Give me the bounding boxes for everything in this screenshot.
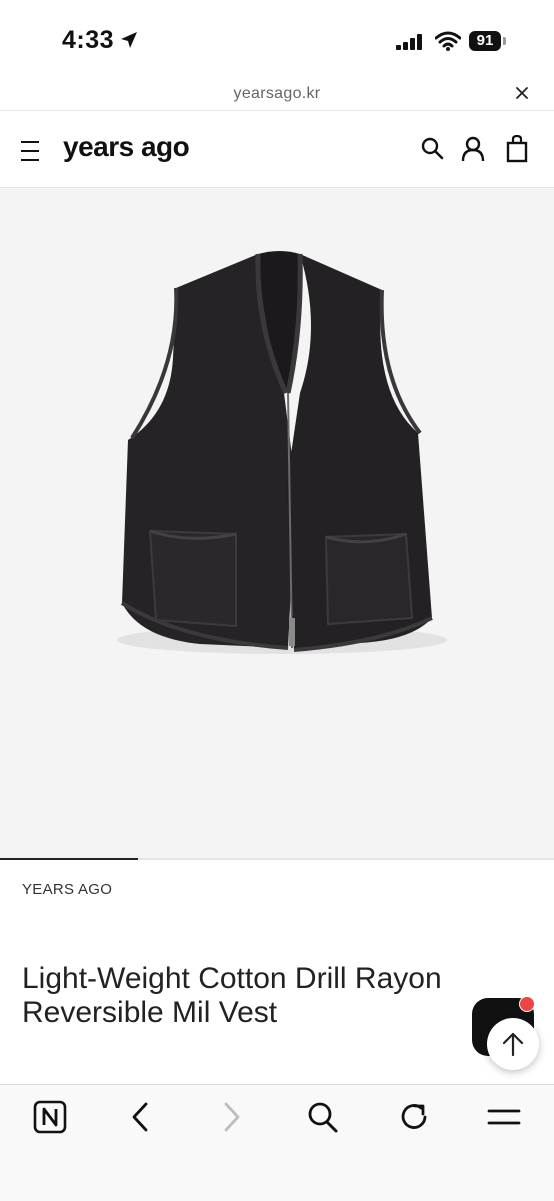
scroll-top-button[interactable] bbox=[487, 1018, 539, 1070]
black-vest-product-photo bbox=[117, 251, 447, 654]
product-image[interactable] bbox=[0, 188, 554, 858]
browser-toolbar bbox=[0, 1084, 554, 1201]
battery-indicator: 91 bbox=[469, 31, 501, 51]
account-icon[interactable] bbox=[461, 136, 485, 162]
product-title-line-2: Reversible Mil Vest bbox=[22, 996, 278, 1029]
shopping-bag-icon[interactable] bbox=[506, 135, 528, 163]
url-text[interactable]: yearsago.kr bbox=[0, 85, 554, 103]
menu-icon[interactable] bbox=[21, 140, 41, 162]
battery-tip bbox=[503, 37, 506, 45]
product-title-line-1: Light-Weight Cotton Drill Rayon bbox=[22, 962, 442, 995]
back-icon[interactable] bbox=[128, 1100, 152, 1134]
status-bar: 4:33 91 bbox=[0, 0, 554, 80]
wifi-icon bbox=[435, 31, 461, 51]
site-logo[interactable]: years ago bbox=[63, 131, 190, 163]
slider-progress bbox=[0, 858, 138, 860]
product-title: Light-Weight Cotton Drill Rayon Reversib… bbox=[22, 962, 462, 1030]
signal-icon bbox=[396, 34, 422, 50]
naver-home-icon[interactable] bbox=[33, 1100, 67, 1134]
menu-icon[interactable] bbox=[487, 1100, 521, 1134]
chat-notification-badge bbox=[519, 996, 535, 1012]
arrow-up-icon bbox=[502, 1032, 524, 1057]
search-icon[interactable] bbox=[421, 137, 445, 161]
location-arrow-icon bbox=[121, 32, 137, 48]
url-bar[interactable]: yearsago.kr bbox=[0, 80, 554, 110]
forward-icon[interactable] bbox=[220, 1100, 244, 1134]
search-icon[interactable] bbox=[307, 1100, 339, 1134]
status-time: 4:33 bbox=[62, 26, 115, 54]
product-brand[interactable]: YEARS AGO bbox=[22, 881, 112, 898]
reload-icon[interactable] bbox=[398, 1100, 430, 1134]
image-slider-indicator bbox=[0, 858, 554, 860]
close-icon[interactable] bbox=[515, 86, 529, 100]
